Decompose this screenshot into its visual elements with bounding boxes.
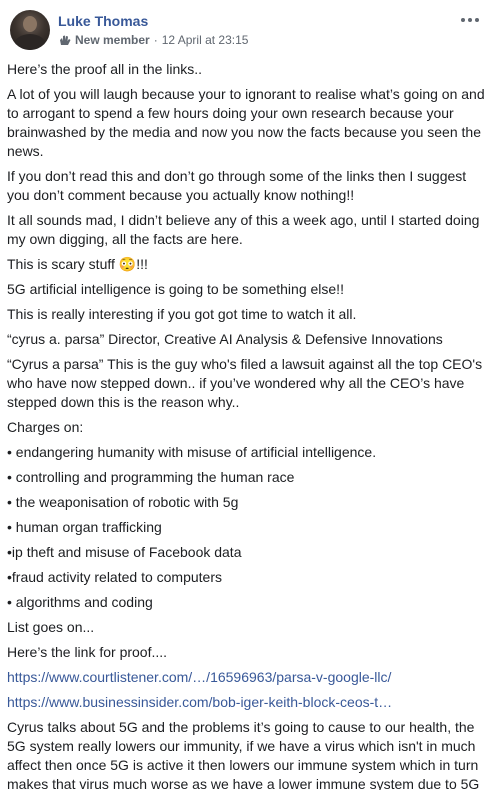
post-paragraph: This is scary stuff 😳!!! [7, 256, 148, 272]
post-meta: New member · 12 April at 23:15 [58, 33, 248, 47]
charge-item: • algorithms and coding [7, 594, 153, 610]
charge-item: • controlling and programming the human … [7, 469, 295, 485]
charge-item: • endangering humanity with misuse of ar… [7, 444, 377, 460]
charge-item: •ip theft and misuse of Facebook data [7, 544, 242, 560]
post-paragraph: Cyrus talks about 5G and the problems it… [7, 719, 480, 790]
post-header: Luke Thomas New member · 12 April at 23:… [10, 10, 483, 54]
post-paragraph: “Cyrus a parsa” This is the guy who's fi… [7, 356, 483, 410]
author-name[interactable]: Luke Thomas [58, 13, 148, 29]
post-paragraph: 5G artificial intelligence is going to b… [7, 281, 344, 297]
avatar-shoulders [14, 34, 46, 50]
link-row: https://www.businessinsider.com/bob-iger… [7, 693, 485, 712]
post-paragraph: Here’s the link for proof.... [7, 644, 168, 660]
post-paragraph: This is really interesting if you got go… [7, 306, 357, 322]
avatar-head [23, 16, 37, 32]
meta-separator: · [153, 33, 158, 47]
charge-item: •fraud activity related to computers [7, 569, 222, 585]
post-timestamp[interactable]: 12 April at 23:15 [162, 33, 249, 47]
charge-item: • the weaponisation of robotic with 5g [7, 494, 239, 510]
post-paragraph: Here’s the proof all in the links.. [7, 61, 203, 77]
link-row: https://www.courtlistener.com/…/16596963… [7, 668, 485, 687]
charge-item: • human organ trafficking [7, 519, 162, 535]
businessinsider-link[interactable]: https://www.businessinsider.com/bob-iger… [7, 694, 392, 710]
avatar[interactable] [10, 10, 50, 50]
post-paragraph: It all sounds mad, I didn’t believe any … [7, 212, 480, 247]
wave-hand-icon [60, 35, 71, 45]
more-dots-icon[interactable] [459, 12, 481, 28]
post-paragraph: If you don’t read this and don’t go thro… [7, 168, 467, 203]
courtlistener-link[interactable]: https://www.courtlistener.com/…/16596963… [7, 669, 391, 685]
post-paragraph: A lot of you will laugh because your to … [7, 86, 485, 159]
post-paragraph: “cyrus a. parsa” Director, Creative AI A… [7, 331, 443, 347]
charges-heading: Charges on: [7, 419, 84, 435]
facebook-post: Luke Thomas New member · 12 April at 23:… [0, 0, 493, 790]
member-badge: New member [75, 33, 150, 47]
post-body: Here’s the proof all in the links.. A lo… [7, 60, 485, 790]
post-paragraph: List goes on... [7, 619, 95, 635]
